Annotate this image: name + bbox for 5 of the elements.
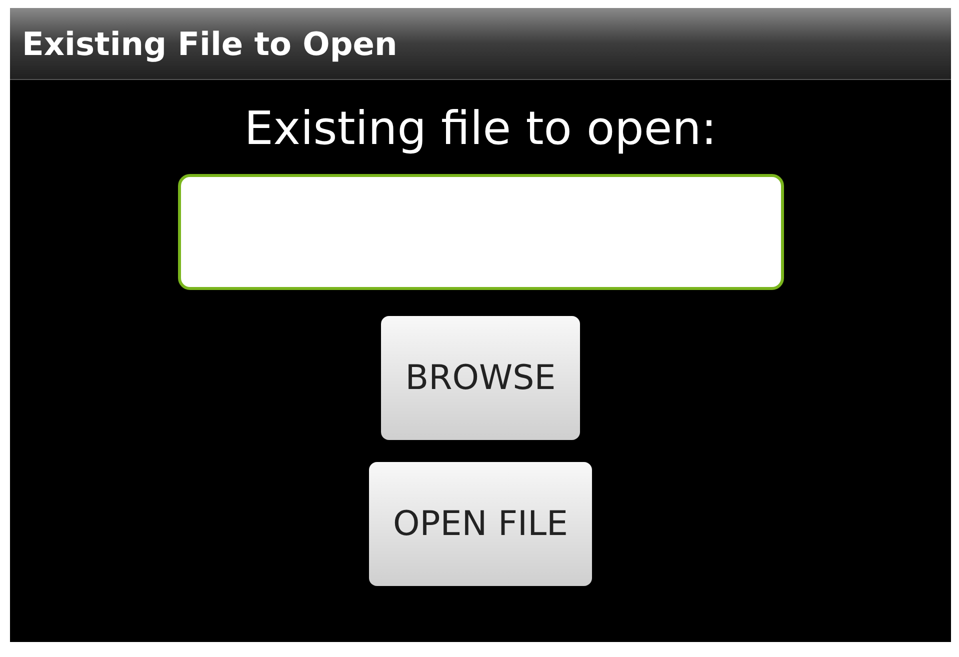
button[interactable]: BROWSE bbox=[381, 316, 580, 440]
input-field[interactable] bbox=[178, 174, 784, 290]
window-title: Existing File to Open bbox=[22, 24, 398, 64]
field-label: Existing file to open: bbox=[244, 100, 717, 157]
button[interactable]: OPEN FILE bbox=[369, 462, 592, 586]
